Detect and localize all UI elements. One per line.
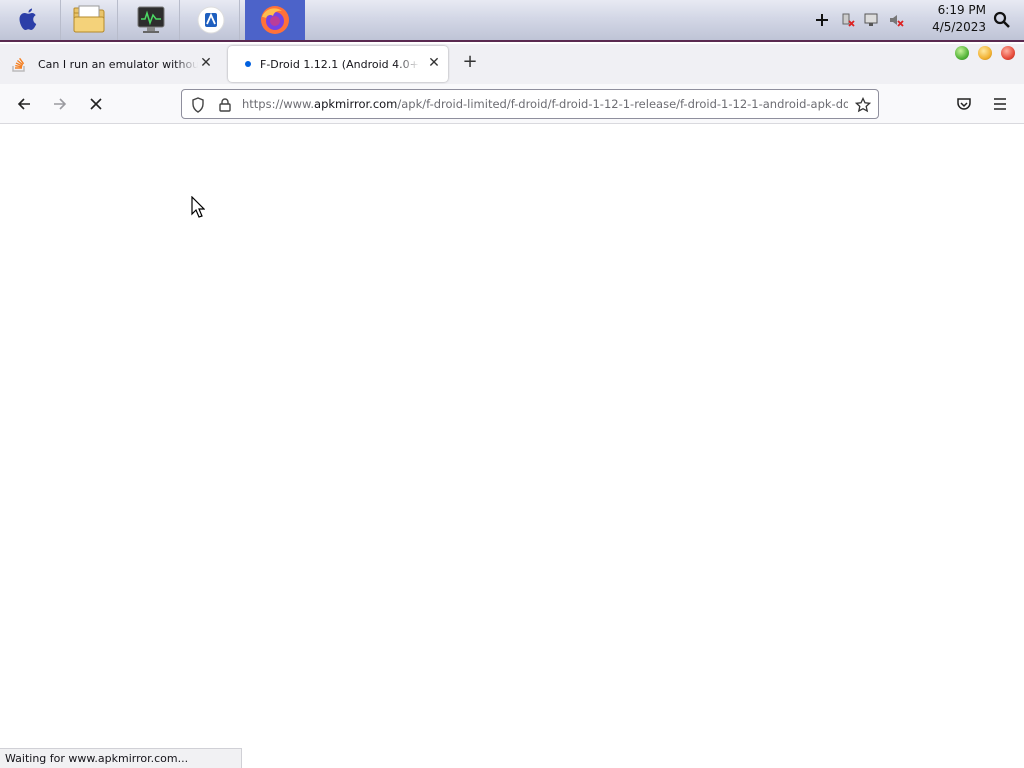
navigation-toolbar: https://www.apkmirror.com/apk/f-droid-li… [0, 84, 1024, 124]
plus-icon[interactable] [815, 0, 829, 40]
network-off-icon[interactable] [840, 0, 856, 40]
volume-muted-icon[interactable] [888, 0, 904, 40]
bookmark-star-icon[interactable] [854, 96, 872, 114]
page-content: Waiting for www.apkmirror.com... [0, 125, 1024, 768]
tab-stackoverflow[interactable]: Can I run an emulator without H ✕ [6, 46, 220, 82]
firefox-icon[interactable] [245, 0, 305, 40]
apple-icon[interactable] [10, 0, 46, 40]
tab-strip: Can I run an emulator without H ✕ F-Droi… [0, 44, 1024, 84]
url-text[interactable]: https://www.apkmirror.com/apk/f-droid-li… [242, 97, 848, 111]
new-tab-button[interactable]: + [458, 52, 482, 74]
status-bar: Waiting for www.apkmirror.com... [0, 748, 242, 768]
tab-fdroid[interactable]: F-Droid 1.12.1 (Android 4.0+) APK ✕ [228, 46, 448, 82]
lock-icon[interactable] [216, 96, 234, 114]
stop-loading-button[interactable] [84, 92, 108, 116]
clock-time: 6:19 PM [937, 3, 986, 17]
clock-date: 4/5/2023 [932, 20, 986, 34]
pocket-button[interactable] [952, 92, 976, 116]
address-bar[interactable]: https://www.apkmirror.com/apk/f-droid-li… [181, 89, 879, 119]
forward-button[interactable] [48, 92, 72, 116]
blue-app-icon[interactable] [182, 0, 240, 40]
close-tab-icon[interactable]: ✕ [198, 55, 214, 71]
tracking-shield-icon[interactable] [189, 96, 207, 114]
close-window-button[interactable] [1001, 46, 1015, 60]
system-taskbar: 6:19 PM 4/5/2023 [0, 0, 1024, 42]
forward-arrow-icon [54, 98, 67, 110]
url-path: /apk/f-droid-limited/f-droid/f-droid-1-1… [397, 97, 848, 111]
search-icon[interactable] [993, 0, 1011, 40]
stop-icon [90, 98, 102, 110]
tab-label: Can I run an emulator without H [38, 57, 198, 71]
back-button[interactable] [12, 92, 36, 116]
stackoverflow-icon [12, 56, 28, 72]
url-prefix: https://www. [242, 97, 315, 111]
back-arrow-icon [17, 98, 30, 110]
pocket-icon [957, 98, 971, 110]
mouse-cursor-icon [191, 195, 206, 222]
maximize-button[interactable] [955, 46, 969, 60]
system-monitor-icon[interactable] [122, 0, 180, 40]
loading-dot-icon [245, 61, 251, 67]
minimize-button[interactable] [978, 46, 992, 60]
file-manager-icon[interactable] [60, 0, 118, 40]
hamburger-menu-icon [994, 98, 1006, 110]
close-tab-icon[interactable]: ✕ [426, 55, 442, 71]
url-host: apkmirror.com [314, 97, 398, 111]
display-icon[interactable] [864, 0, 880, 40]
menu-button[interactable] [988, 92, 1012, 116]
clock[interactable]: 6:19 PM 4/5/2023 [926, 2, 986, 36]
tab-label: F-Droid 1.12.1 (Android 4.0+) APK [260, 57, 420, 71]
